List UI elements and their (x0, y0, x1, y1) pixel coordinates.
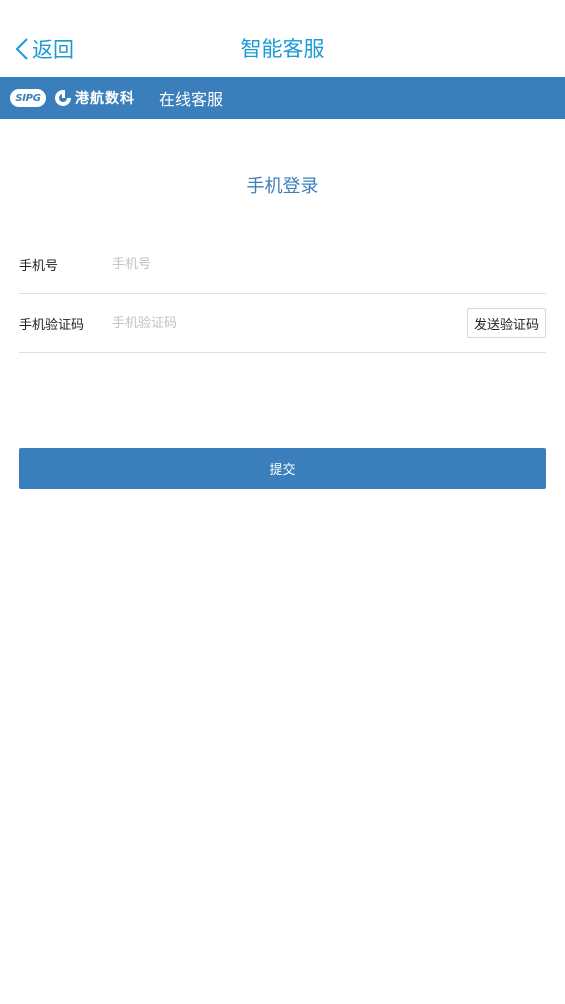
company-logo-icon (55, 90, 71, 106)
page-title: 智能客服 (240, 37, 325, 61)
navbar: 返回 智能客服 (0, 0, 565, 77)
code-input[interactable] (112, 315, 467, 331)
code-label: 手机验证码 (19, 317, 85, 333)
sipg-logo: SIPG (10, 89, 46, 107)
login-title: 手机登录 (246, 176, 319, 197)
brand-bar: SIPG 港航数科 在线客服 (0, 77, 565, 119)
sipg-logo-text: SIPG (15, 92, 41, 104)
company-name: 港航数科 (75, 91, 135, 107)
phone-label: 手机号 (19, 258, 59, 274)
phone-input[interactable] (112, 256, 546, 272)
code-row: 手机验证码 发送验证码 (19, 294, 546, 353)
send-code-button[interactable]: 发送验证码 (467, 308, 546, 338)
online-service-label: 在线客服 (159, 90, 224, 109)
submit-button[interactable]: 提交 (19, 448, 546, 489)
phone-row: 手机号 (19, 235, 546, 294)
